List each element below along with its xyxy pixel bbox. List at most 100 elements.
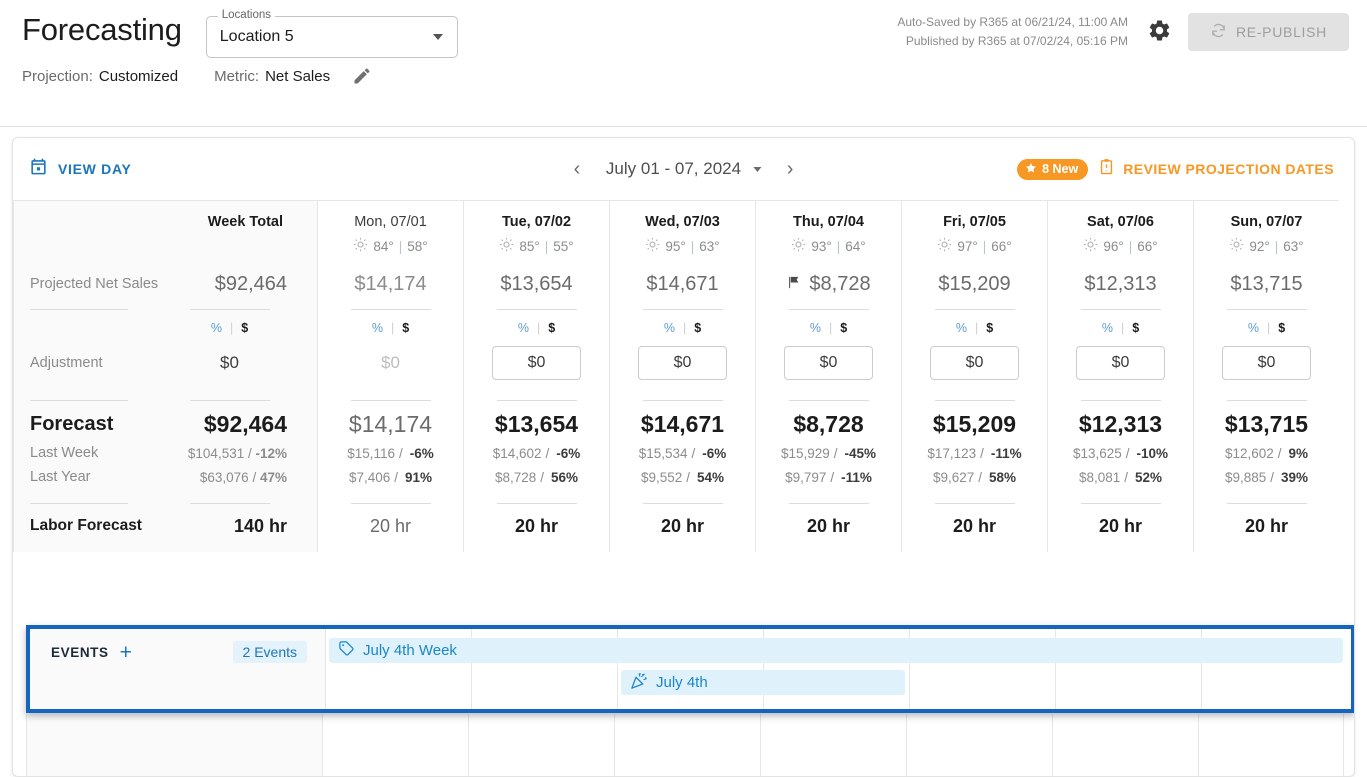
adjustment-cell[interactable] xyxy=(610,340,755,386)
adjustment-cell[interactable] xyxy=(756,340,901,386)
week-total-labor: 140 hr xyxy=(233,515,287,536)
locations-select[interactable]: Locations Location 5 xyxy=(205,9,458,58)
toggle-separator: | xyxy=(229,321,234,335)
add-event-button[interactable]: + xyxy=(120,642,132,663)
forecast-label: Forecast xyxy=(30,412,114,435)
weather-low: 66° xyxy=(1137,238,1158,254)
edit-pencil-icon[interactable] xyxy=(352,66,372,86)
metric-value: Net Sales xyxy=(265,67,331,85)
review-projection-dates-button[interactable]: REVIEW PROJECTION DATES xyxy=(1098,157,1334,181)
toggle-dollar[interactable]: $ xyxy=(986,321,993,335)
weather-high: 96° xyxy=(1103,238,1124,254)
adjustment-cell: $0 xyxy=(318,340,463,386)
last-week-comparison: $15,534 / -6% xyxy=(638,445,727,461)
adjustment-cell[interactable] xyxy=(464,340,609,386)
adjustment-toggle[interactable]: % | $ xyxy=(756,310,901,340)
new-count-badge[interactable]: 8 New xyxy=(1017,158,1089,180)
toggle-dollar[interactable]: $ xyxy=(1132,321,1139,335)
last-year-comparison: $9,885 / 39% xyxy=(1224,469,1309,485)
last-year-comparison: $9,552 / 54% xyxy=(640,469,725,485)
date-range-selector[interactable]: July 01 - 07, 2024 xyxy=(594,159,773,179)
label-column: Week Total Projected Net Sales $92,464 %… xyxy=(13,200,317,552)
forecast-value: $15,209 xyxy=(932,410,1017,437)
toggle-percent[interactable]: % xyxy=(810,321,821,335)
day-header: Wed, 07/03 xyxy=(645,213,720,230)
weather-high: 93° xyxy=(811,238,832,254)
day-column: Mon, 07/01 84° | 58° $14,174 % | $ $0 $1… xyxy=(317,200,463,552)
toggle-dollar[interactable]: $ xyxy=(548,321,555,335)
star-icon xyxy=(1025,162,1037,177)
adjustment-toggle[interactable]: % | $ xyxy=(1194,310,1339,340)
toggle-percent[interactable]: % xyxy=(372,321,383,335)
toggle-percent[interactable]: % xyxy=(1248,321,1259,335)
toggle-percent[interactable]: % xyxy=(518,321,529,335)
day-column: Fri, 07/05 97° | 66° $15,209 % | $ $15,2… xyxy=(901,200,1047,552)
adjustment-toggle[interactable]: % | $ xyxy=(902,310,1047,340)
week-total-header: Week Total xyxy=(207,213,283,230)
forecast-value: $14,174 xyxy=(348,410,433,437)
toggle-dollar[interactable]: $ xyxy=(1278,321,1285,335)
adjustment-input[interactable] xyxy=(1222,346,1311,380)
toggle-separator: | xyxy=(536,321,541,335)
refresh-icon xyxy=(1210,22,1227,42)
view-day-button[interactable]: VIEW DAY xyxy=(29,157,132,181)
header-right: Auto-Saved by R365 at 06/21/24, 11:00 AM… xyxy=(897,10,1349,51)
last-week-comparison: $17,123 / -11% xyxy=(927,445,1022,461)
weather-low: 55° xyxy=(553,238,574,254)
sun-icon xyxy=(353,237,368,255)
adjustment-input[interactable] xyxy=(492,346,581,380)
toggle-percent[interactable]: % xyxy=(956,321,967,335)
adjustment-input[interactable] xyxy=(638,346,727,380)
labor-forecast-value: 20 hr xyxy=(1098,515,1143,536)
toggle-percent[interactable]: % xyxy=(664,321,675,335)
prev-week-button[interactable]: ‹ xyxy=(560,152,594,186)
adjustment-input[interactable] xyxy=(930,346,1019,380)
day-columns: Mon, 07/01 84° | 58° $14,174 % | $ $0 $1… xyxy=(317,200,1339,552)
adjustment-toggle[interactable]: % | $ xyxy=(464,310,609,340)
weather-high: 95° xyxy=(665,238,686,254)
adjustment-cell[interactable] xyxy=(1048,340,1193,386)
events-count-badge[interactable]: 2 Events xyxy=(232,641,307,663)
review-projection-dates-label: REVIEW PROJECTION DATES xyxy=(1123,161,1334,177)
day-header: Fri, 07/05 xyxy=(943,213,1006,230)
day-weather: 95° | 63° xyxy=(610,233,755,259)
adjustment-toggle[interactable]: % | $ xyxy=(1048,310,1193,340)
adjustment-toggle[interactable]: % | $ xyxy=(318,310,463,340)
weather-high: 97° xyxy=(957,238,978,254)
adjustment-cell[interactable] xyxy=(902,340,1047,386)
day-header: Mon, 07/01 xyxy=(354,213,427,230)
week-total-adjustment-toggle[interactable]: % | $ xyxy=(164,321,317,335)
gear-icon[interactable] xyxy=(1146,16,1174,44)
toggle-dollar[interactable]: $ xyxy=(402,321,409,335)
adjustment-toggle[interactable]: % | $ xyxy=(610,310,755,340)
next-week-button[interactable]: › xyxy=(773,152,807,186)
labor-forecast-value: 20 hr xyxy=(369,515,412,536)
last-year-comparison: $9,627 / 58% xyxy=(932,469,1017,485)
projected-net-sales-value: $12,313 xyxy=(1084,272,1157,295)
week-total-adjustment: $0 xyxy=(220,353,239,372)
adjustment-input[interactable] xyxy=(784,346,873,380)
toggle-dollar[interactable]: $ xyxy=(840,321,847,335)
projection-value: Customized xyxy=(98,67,179,85)
projected-net-sales-value: $8,728 xyxy=(756,259,901,309)
adjustment-cell[interactable] xyxy=(1194,340,1339,386)
sun-icon xyxy=(1083,237,1098,255)
republish-button[interactable]: RE-PUBLISH xyxy=(1187,13,1349,51)
day-column: Sat, 07/06 96° | 66° $12,313 % | $ $12,3… xyxy=(1047,200,1193,552)
toggle-dollar[interactable]: $ xyxy=(241,321,248,335)
forecast-value: $13,654 xyxy=(494,410,579,437)
view-day-label: VIEW DAY xyxy=(58,161,132,177)
forecast-grid: Week Total Projected Net Sales $92,464 %… xyxy=(13,200,1354,552)
event-bar[interactable]: July 4th xyxy=(621,670,905,695)
last-year-comparison: $9,797 / -11% xyxy=(785,469,872,485)
toggle-percent[interactable]: % xyxy=(1102,321,1113,335)
event-bar[interactable]: July 4th Week xyxy=(329,638,1343,663)
events-title: EVENTS xyxy=(51,644,109,660)
toggle-dollar[interactable]: $ xyxy=(694,321,701,335)
day-column: Thu, 07/04 93° | 64° $8,728 % | $ $8,728… xyxy=(755,200,901,552)
republish-label: RE-PUBLISH xyxy=(1235,24,1327,40)
last-week-comparison: $15,929 / -45% xyxy=(780,445,877,461)
toggle-percent[interactable]: % xyxy=(211,321,222,335)
adjustment-input[interactable] xyxy=(1076,346,1165,380)
locations-legend: Locations xyxy=(217,9,275,21)
